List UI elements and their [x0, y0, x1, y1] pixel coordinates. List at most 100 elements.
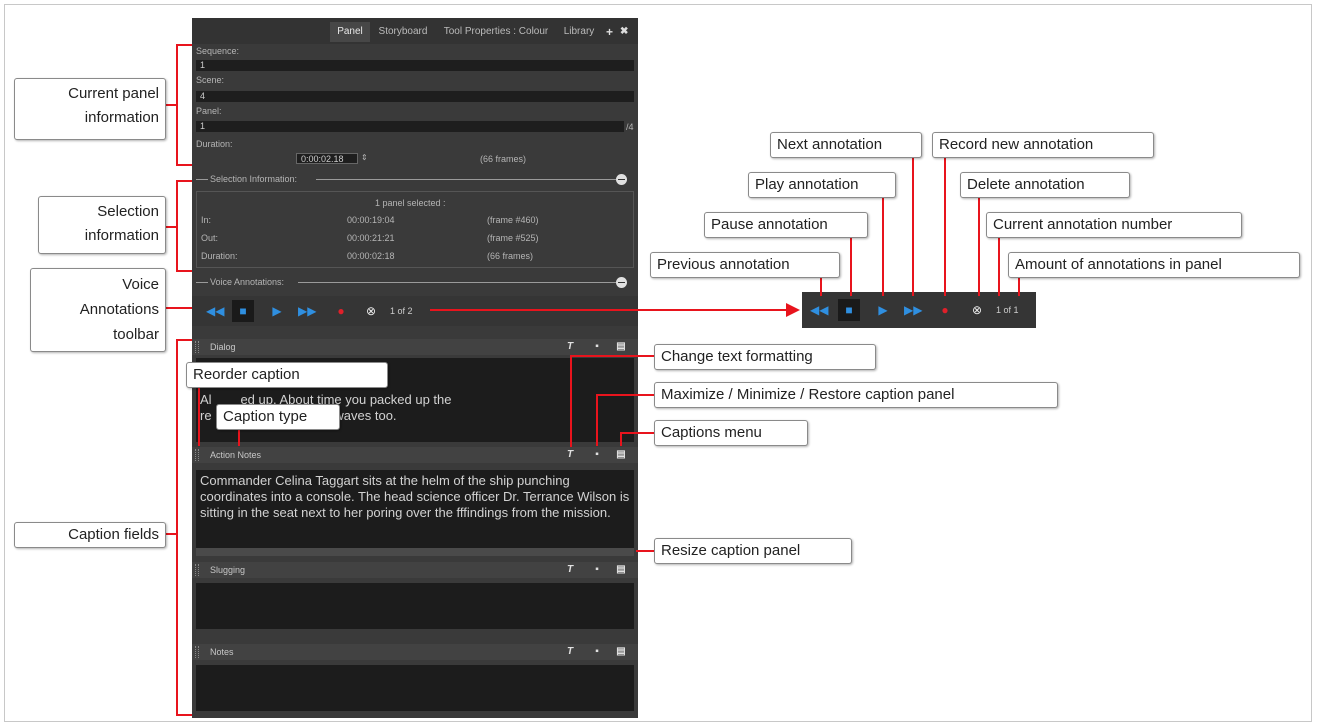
voice-header: Voice Annotations: [210, 277, 285, 287]
bracket-line [176, 164, 192, 166]
callout-change-text: Change text formatting [654, 344, 876, 370]
pointer-line [998, 238, 1000, 296]
captions-menu-icon[interactable]: ▤ [615, 563, 627, 577]
bracket-line [176, 339, 192, 341]
caption-field-action-notes[interactable]: Commander Celina Taggart sits at the hel… [196, 470, 634, 548]
reorder-caption-handle[interactable] [195, 341, 199, 353]
callout-reorder-caption: Reorder caption [186, 362, 388, 388]
play-annotation-icon[interactable]: ▶ [874, 301, 892, 319]
selection-header: Selection Information: [210, 174, 298, 184]
captions-menu-icon[interactable]: ▤ [615, 340, 627, 354]
caption-bar-notes: Notes T ▪ ▤ [192, 644, 638, 660]
voice-toolbar-detail: ◀◀ ■ ▶ ▶▶ ● ⊗ 1 of 1 [802, 292, 1036, 328]
reorder-caption-handle[interactable] [195, 449, 199, 461]
pointer-line [198, 384, 200, 446]
captions-menu-icon[interactable]: ▤ [615, 645, 627, 659]
sequence-field[interactable]: 1 [196, 60, 634, 71]
record-annotation-icon[interactable]: ● [936, 301, 954, 319]
pointer-line [620, 432, 622, 446]
arrow-head [786, 303, 800, 317]
maximize-caption-icon[interactable]: ▪ [591, 448, 603, 462]
caption-type-label: Dialog [210, 342, 236, 352]
pointer-line [850, 238, 852, 296]
bracket-line [176, 180, 192, 182]
text-format-icon[interactable]: T [564, 645, 576, 659]
caption-bar-action-notes: Action Notes T ▪ ▤ [192, 447, 638, 463]
reorder-caption-handle[interactable] [195, 564, 199, 576]
callout-voice-toolbar: Voice Annotations toolbar [30, 268, 166, 352]
caption-bar-slugging: Slugging T ▪ ▤ [192, 562, 638, 578]
tab-tool-properties[interactable]: Tool Properties : Colour [436, 22, 556, 42]
pointer-line [620, 432, 654, 434]
text-format-icon[interactable]: T [564, 340, 576, 354]
previous-annotation-icon[interactable]: ◀◀ [206, 302, 224, 320]
callout-maximize: Maximize / Minimize / Restore caption pa… [654, 382, 1058, 408]
tab-panel[interactable]: Panel [330, 22, 370, 42]
callout-captions-menu: Captions menu [654, 420, 808, 446]
pause-annotation-icon[interactable]: ■ [232, 300, 254, 322]
next-annotation-icon[interactable]: ▶▶ [904, 301, 922, 319]
duration-field[interactable]: 0:00:02.18 [296, 153, 358, 164]
duration-spinner-icon[interactable]: ⇕ [361, 153, 368, 162]
record-annotation-icon[interactable]: ● [332, 302, 350, 320]
caption-bar-dialog: Dialog T ▪ ▤ [192, 339, 638, 355]
add-tab-icon[interactable]: + [606, 22, 613, 42]
bracket-line [176, 339, 178, 716]
panel-field[interactable]: 1 [196, 121, 624, 132]
divider [196, 282, 208, 283]
callout-play: Play annotation [748, 172, 896, 198]
pointer-line [570, 355, 572, 447]
collapse-voice-icon[interactable] [616, 277, 627, 288]
tab-storyboard[interactable]: Storyboard [372, 22, 434, 42]
maximize-caption-icon[interactable]: ▪ [591, 645, 603, 659]
divider [196, 179, 208, 180]
maximize-caption-icon[interactable]: ▪ [591, 340, 603, 354]
divider [316, 179, 616, 180]
bracket-line [176, 270, 192, 272]
maximize-caption-icon[interactable]: ▪ [591, 563, 603, 577]
tab-library[interactable]: Library [558, 22, 600, 42]
callout-record: Record new annotation [932, 132, 1154, 158]
duration-row-frames: (66 frames) [487, 251, 534, 261]
reorder-caption-handle[interactable] [195, 646, 199, 658]
in-frame: (frame #460) [487, 215, 539, 225]
selection-summary: 1 panel selected : [375, 198, 446, 208]
callout-previous: Previous annotation [650, 252, 840, 278]
bracket-line [176, 714, 192, 716]
text-format-icon[interactable]: T [564, 448, 576, 462]
captions-menu-icon[interactable]: ▤ [615, 448, 627, 462]
scene-field[interactable]: 4 [196, 91, 634, 102]
caption-field-notes[interactable] [196, 665, 634, 711]
bracket-line [176, 44, 192, 46]
delete-annotation-icon[interactable]: ⊗ [362, 302, 380, 320]
pointer-line [820, 278, 822, 296]
text-format-icon[interactable]: T [564, 563, 576, 577]
pointer-line [596, 394, 654, 396]
panel-total: /4 [626, 122, 634, 132]
close-tab-icon[interactable]: ✖ [620, 22, 628, 42]
previous-annotation-icon[interactable]: ◀◀ [810, 301, 828, 319]
caption-type-label: Notes [210, 647, 234, 657]
resize-caption-handle[interactable] [196, 548, 634, 556]
next-annotation-icon[interactable]: ▶▶ [298, 302, 316, 320]
caption-type-label: Slugging [210, 565, 246, 575]
panel-label: Panel: [196, 106, 222, 116]
sequence-label: Sequence: [196, 46, 240, 56]
caption-field-slugging[interactable] [196, 583, 634, 629]
pause-annotation-icon[interactable]: ■ [838, 299, 860, 321]
callout-resize: Resize caption panel [654, 538, 852, 564]
duration-frames: (66 frames) [480, 154, 527, 164]
divider [298, 282, 616, 283]
pointer-line [978, 198, 980, 296]
pointer-line [636, 550, 654, 552]
bracket-line [164, 307, 192, 309]
callout-current-number: Current annotation number [986, 212, 1242, 238]
pointer-line [596, 394, 598, 446]
bracket-line [176, 44, 178, 166]
duration-row-label: Duration: [201, 251, 238, 261]
collapse-selection-icon[interactable] [616, 174, 627, 185]
pointer-line [238, 428, 240, 446]
pointer-line [912, 158, 914, 296]
play-annotation-icon[interactable]: ▶ [268, 302, 286, 320]
delete-annotation-icon[interactable]: ⊗ [968, 301, 986, 319]
